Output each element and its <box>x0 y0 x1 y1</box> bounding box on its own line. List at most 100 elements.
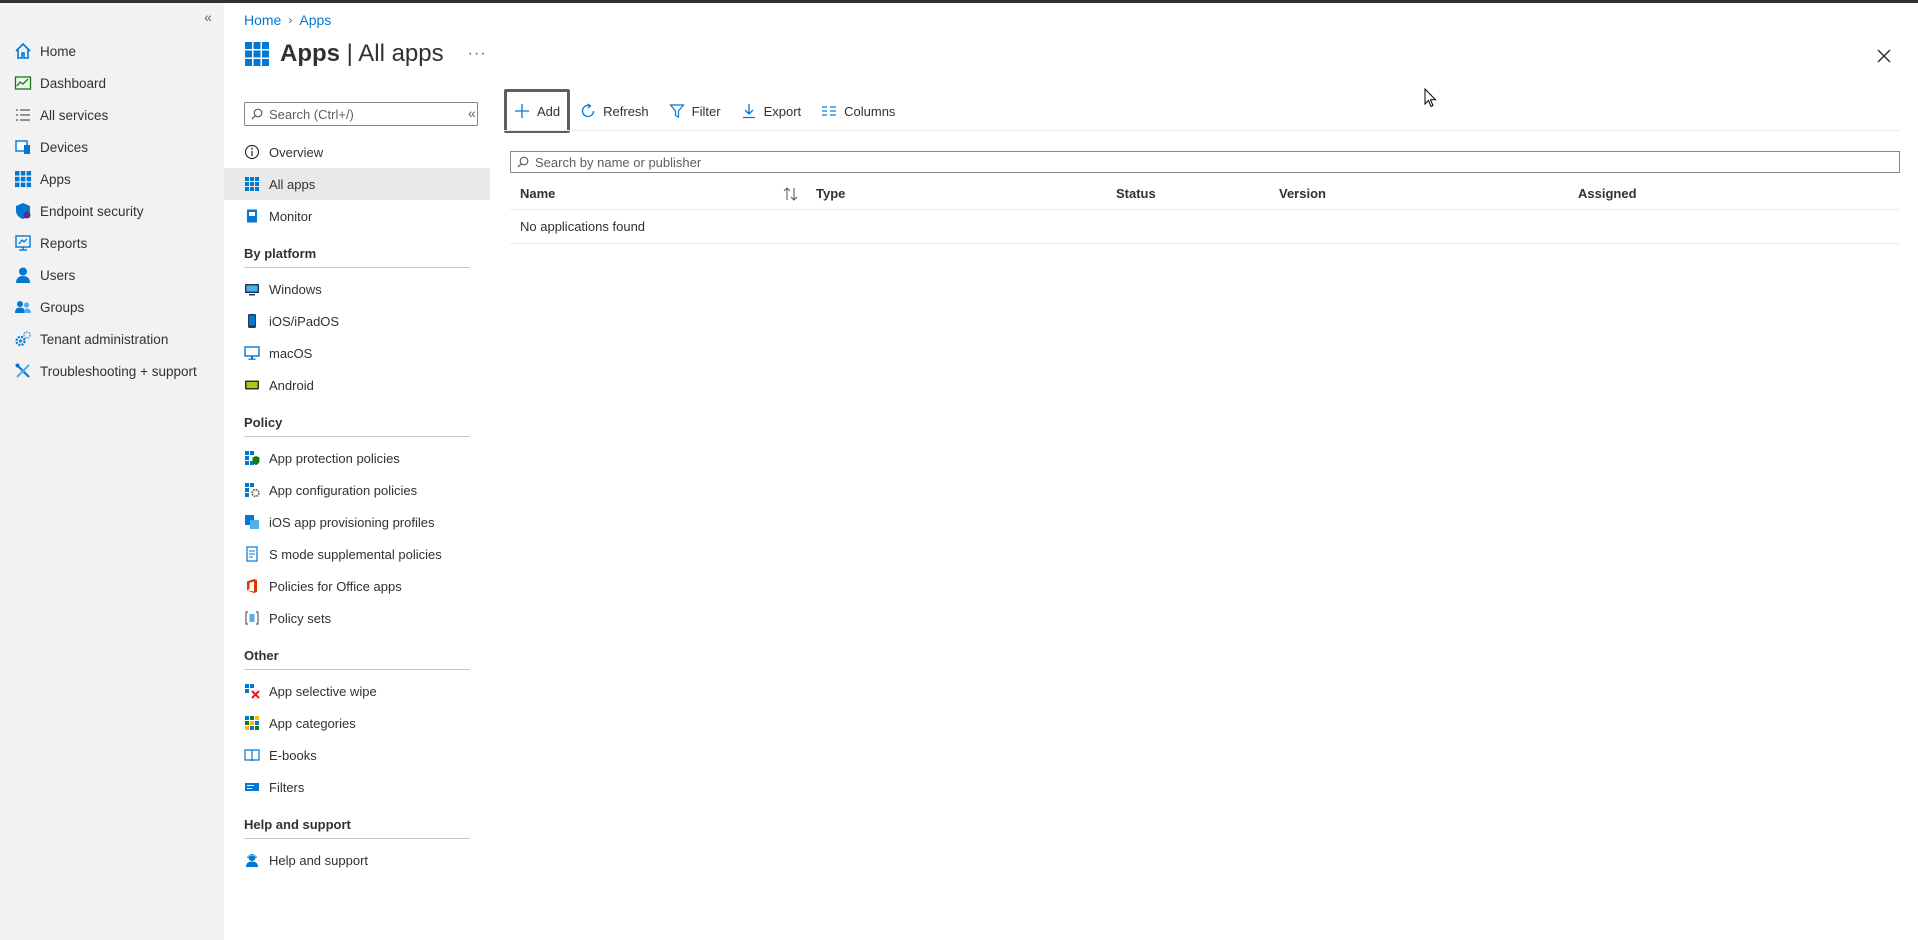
filter-button[interactable]: Filter <box>659 90 731 132</box>
search-icon <box>517 156 529 168</box>
refresh-button[interactable]: Refresh <box>570 90 659 132</box>
subnav-item-label: iOS app provisioning profiles <box>269 514 435 530</box>
subnav-item-app-categories[interactable]: App categories <box>224 707 490 739</box>
nav-item-label: Reports <box>40 235 88 251</box>
office-icon <box>244 578 260 594</box>
nav-item-apps[interactable]: Apps <box>0 163 224 195</box>
nav-item-label: Troubleshooting + support <box>40 363 197 379</box>
subnav-item-label: App categories <box>269 715 356 731</box>
filter-button-label: Filter <box>691 103 721 119</box>
nav-item-endpoint-security[interactable]: Endpoint security <box>0 195 224 227</box>
subnav-item-windows[interactable]: Windows <box>224 273 490 305</box>
info-icon <box>244 144 260 160</box>
menu-search-input[interactable] <box>269 106 469 122</box>
chevron-right-icon: › <box>288 13 293 27</box>
search-icon <box>251 108 263 120</box>
command-bar: Add Refresh Filter Export Columns <box>504 89 905 133</box>
desktop-monitor-icon <box>244 345 260 361</box>
column-header-name[interactable]: Name <box>520 178 555 210</box>
subnav-section-by-platform: By platform <box>244 232 470 268</box>
subnav-item-label: App selective wipe <box>269 683 377 699</box>
subnav-item-monitor[interactable]: Monitor <box>224 200 490 232</box>
empty-state-message: No applications found <box>520 219 646 234</box>
subnav-section-other: Other <box>244 634 470 670</box>
nav-item-label: Endpoint security <box>40 203 144 219</box>
apps-grid-icon <box>245 42 269 66</box>
nav-item-label: Groups <box>40 299 85 315</box>
subnav-item-label: Monitor <box>269 208 313 224</box>
column-header-version[interactable]: Version <box>1279 178 1326 210</box>
nav-item-groups[interactable]: Groups <box>0 291 224 323</box>
windows-device-icon <box>244 281 260 297</box>
apps-grid: Name Type Status Version Assigned No app… <box>510 178 1900 244</box>
subnav-item-label: Android <box>269 377 314 393</box>
app-search-input[interactable] <box>535 154 1875 170</box>
subnav-item-help-and-support[interactable]: Help and support <box>224 844 490 876</box>
page-title: Apps | All apps <box>280 40 444 68</box>
subnav-item-ios-ipados[interactable]: iOS/iPadOS <box>224 305 490 337</box>
subnav-item-e-books[interactable]: E-books <box>224 739 490 771</box>
subnav-item-app-selective-wipe[interactable]: App selective wipe <box>224 675 490 707</box>
columns-icon <box>821 103 837 119</box>
subnav-item-app-configuration-policies[interactable]: App configuration policies <box>224 474 490 506</box>
window-top-border <box>0 0 1918 3</box>
collapse-nav-button[interactable]: « <box>200 9 216 25</box>
subnav-item-label: Windows <box>269 281 322 297</box>
column-header-assigned[interactable]: Assigned <box>1578 178 1637 210</box>
more-options-button[interactable]: ··· <box>468 45 487 63</box>
nav-item-tenant-administration[interactable]: Tenant administration <box>0 323 224 355</box>
subnav-item-overview[interactable]: Overview <box>224 136 490 168</box>
nav-item-dashboard[interactable]: Dashboard <box>0 67 224 99</box>
subnav-item-app-protection-policies[interactable]: App protection policies <box>224 442 490 474</box>
subnav-item-label: macOS <box>269 345 313 361</box>
home-icon <box>14 42 32 60</box>
nav-item-home[interactable]: Home <box>0 35 224 67</box>
apps-grid-icon <box>14 170 32 188</box>
tools-icon <box>14 362 32 380</box>
subnav-item-label: All apps <box>269 176 316 192</box>
close-icon[interactable] <box>1872 44 1896 68</box>
columns-button[interactable]: Columns <box>811 90 905 132</box>
subnav-item-android[interactable]: Android <box>224 369 490 401</box>
columns-button-label: Columns <box>844 103 896 119</box>
subnav-item-policies-office-apps[interactable]: Policies for Office apps <box>224 570 490 602</box>
subnav-list: Overview All apps Monitor By platform Wi… <box>224 136 490 876</box>
phone-icon <box>244 313 260 329</box>
app-search-box[interactable] <box>510 151 1900 173</box>
nav-item-all-services[interactable]: All services <box>0 99 224 131</box>
subnav-item-ios-provisioning-profiles[interactable]: iOS app provisioning profiles <box>224 506 490 538</box>
categories-grid-icon <box>244 715 260 731</box>
devices-icon <box>14 138 32 156</box>
grid-header-row: Name Type Status Version Assigned <box>510 178 1900 210</box>
mouse-cursor-icon <box>1424 88 1437 108</box>
export-button[interactable]: Export <box>731 90 812 132</box>
subnav-item-label: App protection policies <box>269 450 400 466</box>
left-nav-list: Home Dashboard All services Devices Apps… <box>0 35 224 387</box>
subnav-item-label: E-books <box>269 747 317 763</box>
subnav-item-s-mode-policies[interactable]: S mode supplemental policies <box>224 538 490 570</box>
subnav-item-all-apps[interactable]: All apps <box>224 168 490 200</box>
nav-item-users[interactable]: Users <box>0 259 224 291</box>
page-header: Apps | All apps ··· <box>244 40 487 68</box>
breadcrumb-home-link[interactable]: Home <box>244 12 281 28</box>
nav-item-devices[interactable]: Devices <box>0 131 224 163</box>
column-header-status[interactable]: Status <box>1116 178 1156 210</box>
subnav-item-label: App configuration policies <box>269 482 418 498</box>
sort-icon[interactable] <box>782 186 800 202</box>
subnav-item-macos[interactable]: macOS <box>224 337 490 369</box>
subnav-item-filters[interactable]: Filters <box>224 771 490 803</box>
breadcrumb-apps-link[interactable]: Apps <box>299 12 331 28</box>
subnav-item-label: S mode supplemental policies <box>269 546 442 562</box>
menu-search-box[interactable] <box>244 102 478 126</box>
collapse-menu-button[interactable]: « <box>468 105 476 121</box>
column-header-type[interactable]: Type <box>816 178 845 210</box>
subnav-item-label: Help and support <box>269 852 369 868</box>
add-button[interactable]: Add <box>504 89 571 133</box>
nav-item-label: Home <box>40 43 77 59</box>
subnav-item-policy-sets[interactable]: Policy sets <box>224 602 490 634</box>
document-policy-icon <box>244 546 260 562</box>
nav-item-troubleshooting[interactable]: Troubleshooting + support <box>0 355 224 387</box>
groups-icon <box>14 298 32 316</box>
dashboard-icon <box>14 74 32 92</box>
nav-item-reports[interactable]: Reports <box>0 227 224 259</box>
